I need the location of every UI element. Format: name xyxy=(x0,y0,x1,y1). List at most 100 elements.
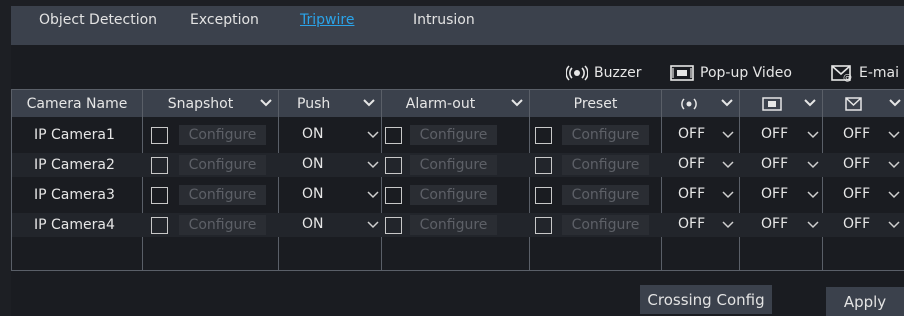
legend-email-label: E-mai xyxy=(859,65,900,81)
camera-name-cell: IP Camera3 xyxy=(34,187,115,203)
preset-checkbox[interactable] xyxy=(535,157,552,174)
preset-checkbox[interactable] xyxy=(535,217,552,234)
header-push-label: Push xyxy=(297,95,331,112)
header-email[interactable] xyxy=(823,90,904,117)
header-preset-label: Preset xyxy=(573,95,618,112)
header-buzzer[interactable] xyxy=(662,90,740,117)
snapshot-configure-button[interactable]: Configure xyxy=(179,215,266,235)
chevron-down-icon[interactable] xyxy=(888,220,900,230)
buzzer-select[interactable]: OFF xyxy=(678,156,705,172)
chevron-down-icon[interactable] xyxy=(807,130,819,140)
header-camera-name-label: Camera Name xyxy=(26,95,128,112)
chevron-down-icon[interactable] xyxy=(367,130,379,140)
alarm-out-checkbox[interactable] xyxy=(385,157,402,174)
chevron-down-icon[interactable] xyxy=(511,98,523,108)
chevron-down-icon[interactable] xyxy=(889,98,901,108)
chevron-down-icon[interactable] xyxy=(367,190,379,200)
email-select[interactable]: OFF xyxy=(843,186,870,202)
tab-exception[interactable]: Exception xyxy=(190,12,259,28)
push-select[interactable]: ON xyxy=(302,216,324,232)
table-row: IP Camera3 Configure ON Configure Config… xyxy=(12,183,904,207)
alarm-out-configure-button[interactable]: Configure xyxy=(410,155,497,175)
chevron-down-icon[interactable] xyxy=(363,98,375,108)
svg-text:@: @ xyxy=(843,73,852,82)
legend-buzzer-label: Buzzer xyxy=(594,65,642,81)
buzzer-icon xyxy=(681,97,697,110)
snapshot-checkbox[interactable] xyxy=(151,187,168,204)
table-row: IP Camera4 Configure ON Configure Config… xyxy=(12,213,904,237)
legend-buzzer: Buzzer xyxy=(566,62,642,84)
alarm-out-checkbox[interactable] xyxy=(385,187,402,204)
header-snapshot-label: Snapshot xyxy=(167,95,234,112)
snapshot-checkbox[interactable] xyxy=(151,127,168,144)
push-select[interactable]: ON xyxy=(302,126,324,142)
buzzer-select[interactable]: OFF xyxy=(678,216,705,232)
header-alarm-out[interactable]: Alarm-out xyxy=(382,90,530,117)
apply-button[interactable]: Apply xyxy=(826,287,904,316)
legend-popup-video-label: Pop-up Video xyxy=(700,65,792,81)
popup-video-select[interactable]: OFF xyxy=(761,216,788,232)
header-preset: Preset xyxy=(530,90,662,117)
tab-tripwire[interactable]: Tripwire xyxy=(300,12,354,28)
tab-intrusion[interactable]: Intrusion xyxy=(413,12,475,28)
snapshot-configure-button[interactable]: Configure xyxy=(179,185,266,205)
header-snapshot[interactable]: Snapshot xyxy=(143,90,279,117)
email-select[interactable]: OFF xyxy=(843,126,870,142)
push-select[interactable]: ON xyxy=(302,186,324,202)
email-select[interactable]: OFF xyxy=(843,216,870,232)
chevron-down-icon[interactable] xyxy=(722,220,734,230)
snapshot-checkbox[interactable] xyxy=(151,217,168,234)
snapshot-configure-button[interactable]: Configure xyxy=(179,155,266,175)
header-push[interactable]: Push xyxy=(279,90,382,117)
chevron-down-icon[interactable] xyxy=(722,190,734,200)
header-popup-video[interactable] xyxy=(740,90,823,117)
table-header: Camera Name Snapshot Push Alarm-out Pres… xyxy=(12,89,904,117)
alarm-out-configure-button[interactable]: Configure xyxy=(410,215,497,235)
chevron-down-icon[interactable] xyxy=(722,130,734,140)
tab-object-detection[interactable]: Object Detection xyxy=(39,12,157,28)
preset-checkbox[interactable] xyxy=(535,187,552,204)
legend-email: @ E-mai xyxy=(831,62,899,84)
chevron-down-icon[interactable] xyxy=(888,190,900,200)
alarm-table: Camera Name Snapshot Push Alarm-out Pres… xyxy=(11,89,904,271)
email-icon: @ xyxy=(831,65,852,82)
popup-video-icon xyxy=(762,96,782,111)
table-row: IP Camera2 Configure ON Configure Config… xyxy=(12,153,904,177)
popup-video-select[interactable]: OFF xyxy=(761,126,788,142)
alarm-out-checkbox[interactable] xyxy=(385,127,402,144)
chevron-down-icon[interactable] xyxy=(888,160,900,170)
email-select[interactable]: OFF xyxy=(843,156,870,172)
chevron-down-icon[interactable] xyxy=(888,130,900,140)
chevron-down-icon[interactable] xyxy=(367,160,379,170)
camera-name-cell: IP Camera2 xyxy=(34,157,115,173)
email-icon xyxy=(845,96,862,111)
push-select[interactable]: ON xyxy=(302,156,324,172)
crossing-config-button[interactable]: Crossing Config xyxy=(640,285,772,314)
popup-video-select[interactable]: OFF xyxy=(761,156,788,172)
chevron-down-icon[interactable] xyxy=(367,220,379,230)
preset-configure-button[interactable]: Configure xyxy=(562,215,649,235)
buzzer-icon xyxy=(566,65,588,81)
alarm-out-checkbox[interactable] xyxy=(385,217,402,234)
preset-checkbox[interactable] xyxy=(535,127,552,144)
alarm-out-configure-button[interactable]: Configure xyxy=(410,185,497,205)
chevron-down-icon[interactable] xyxy=(722,160,734,170)
snapshot-configure-button[interactable]: Configure xyxy=(179,125,266,145)
chevron-down-icon[interactable] xyxy=(807,160,819,170)
chevron-down-icon[interactable] xyxy=(807,190,819,200)
header-camera-name: Camera Name xyxy=(12,90,143,117)
chevron-down-icon[interactable] xyxy=(260,98,272,108)
buzzer-select[interactable]: OFF xyxy=(678,186,705,202)
preset-configure-button[interactable]: Configure xyxy=(562,155,649,175)
chevron-down-icon[interactable] xyxy=(804,98,816,108)
chevron-down-icon[interactable] xyxy=(721,98,733,108)
chevron-down-icon[interactable] xyxy=(807,220,819,230)
buzzer-select[interactable]: OFF xyxy=(678,126,705,142)
legend-popup-video: Pop-up Video xyxy=(670,62,792,84)
preset-configure-button[interactable]: Configure xyxy=(562,125,649,145)
preset-configure-button[interactable]: Configure xyxy=(562,185,649,205)
snapshot-checkbox[interactable] xyxy=(151,157,168,174)
alarm-out-configure-button[interactable]: Configure xyxy=(410,125,497,145)
table-row: IP Camera1 Configure ON Configure Config… xyxy=(12,123,904,147)
popup-video-select[interactable]: OFF xyxy=(761,186,788,202)
